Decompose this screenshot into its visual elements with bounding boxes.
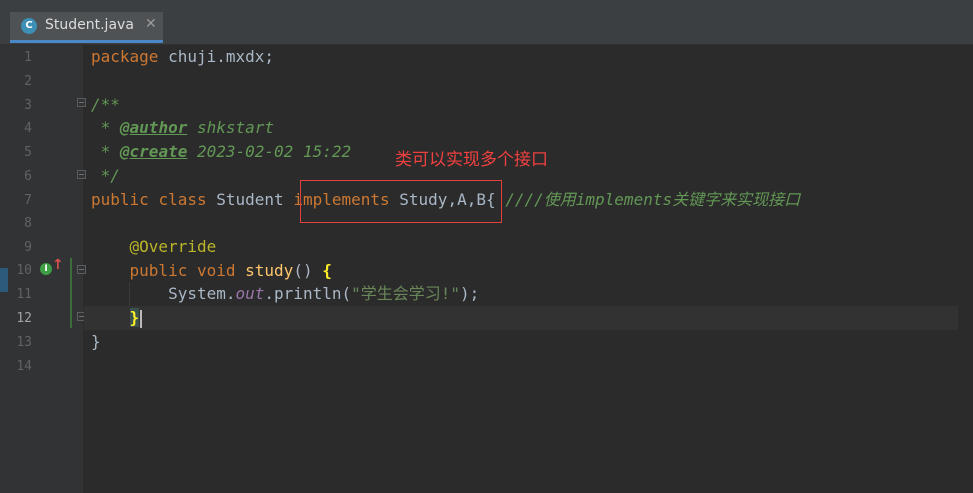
code-line-11: System.out.println("学生会学习!");: [91, 282, 479, 306]
code-line-10: public void study() {: [91, 259, 332, 283]
string-literal: "学生会学习!": [351, 284, 461, 303]
current-line-highlight: [84, 306, 973, 330]
java-class-icon: C: [21, 18, 37, 34]
line-number: 4: [24, 121, 32, 136]
matched-brace: }: [129, 308, 140, 327]
editor-tab-bar: C Student.java ✕: [0, 0, 973, 45]
gutter-marker: [0, 268, 8, 292]
doc-comment: *: [91, 142, 120, 161]
tab-label: Student.java: [45, 17, 134, 33]
line-number-current: 12: [16, 311, 32, 326]
line-comment: ////使用implements关键字来实现接口: [505, 190, 801, 209]
line-number: 3: [24, 98, 32, 113]
line-number: 6: [24, 169, 32, 184]
doc-comment: shkstart: [187, 118, 275, 137]
static-field: out: [235, 284, 265, 303]
line-number: 2: [24, 74, 32, 89]
close-icon[interactable]: ✕: [145, 16, 157, 32]
implements-highlight-box: [300, 180, 502, 223]
annotation-note: 类可以实现多个接口: [395, 150, 548, 170]
line-number: 14: [16, 359, 32, 374]
keyword: public: [129, 261, 188, 280]
code-text: );: [460, 284, 480, 303]
code-text: (): [293, 261, 323, 280]
code-line-12: }: [91, 306, 143, 330]
code-text: }: [91, 332, 101, 351]
annotation: @Override: [129, 237, 217, 256]
line-number: 9: [24, 240, 32, 255]
class-name: Student: [206, 190, 294, 209]
line-number: 13: [16, 335, 32, 350]
doc-tag: @author: [119, 118, 188, 137]
code-line-3: /**: [91, 93, 120, 117]
doc-comment: /**: [91, 95, 120, 114]
code-line-5: * @create 2023-02-02 15:22: [91, 140, 351, 164]
line-number: 5: [24, 145, 32, 160]
editor-right-strip: [958, 45, 973, 493]
implements-method-icon[interactable]: I: [40, 263, 52, 275]
fold-icon[interactable]: [77, 98, 86, 107]
fold-icon[interactable]: [77, 265, 86, 274]
tab-student-java[interactable]: C Student.java ✕: [10, 12, 163, 43]
text-caret: [140, 309, 143, 328]
code-text: chuji.mxdx;: [158, 47, 275, 66]
line-number: 8: [24, 216, 32, 231]
method-name: study: [245, 261, 294, 280]
doc-comment: */: [91, 166, 120, 185]
code-line-4: * @author shkstart: [91, 116, 274, 140]
code-text: System.: [168, 284, 236, 303]
code-line-9: @Override: [91, 235, 217, 259]
keyword: package: [91, 47, 159, 66]
keyword: class: [158, 190, 207, 209]
arrow-up-icon[interactable]: ↑: [52, 257, 64, 273]
doc-comment: 2023-02-02 15:22: [187, 142, 352, 161]
matched-brace: {: [322, 261, 332, 280]
code-text: .println(: [264, 284, 352, 303]
doc-comment: *: [91, 118, 120, 137]
code-line-6: */: [91, 164, 120, 188]
line-number: 7: [24, 193, 32, 208]
keyword: void: [196, 261, 236, 280]
code-line-13: }: [91, 330, 101, 354]
doc-tag: @create: [119, 142, 188, 161]
keyword: public: [91, 190, 149, 209]
line-number: 1: [24, 50, 32, 65]
code-line-1: package chuji.mxdx;: [91, 45, 274, 69]
scope-guide: [70, 258, 72, 328]
fold-icon[interactable]: [77, 170, 86, 179]
